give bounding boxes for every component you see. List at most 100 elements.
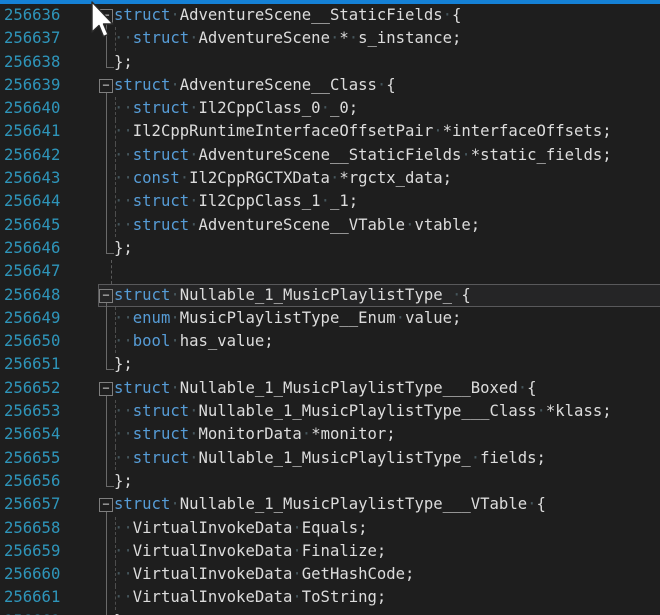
token-identifier: *klass;: [546, 402, 612, 420]
code-text: struct·Nullable_1_MusicPlaylistType___Bo…: [114, 377, 537, 400]
code-line[interactable]: 256662 };: [0, 610, 660, 615]
fold-region-line: [106, 610, 107, 615]
code-line[interactable]: 256656 };: [0, 470, 660, 493]
whitespace-dots: ··: [114, 332, 133, 350]
fold-region-line: [106, 190, 107, 213]
token-identifier: };: [114, 472, 133, 490]
whitespace-dots: ·: [189, 146, 198, 164]
whitespace-dots: ·: [189, 99, 198, 117]
code-line[interactable]: 256657 struct·Nullable_1_MusicPlaylistTy…: [0, 493, 660, 516]
whitespace-dots: ·: [170, 6, 179, 24]
whitespace-dots: ·: [189, 425, 198, 443]
fold-region-line: [106, 470, 107, 487]
code-line[interactable]: 256652 struct·Nullable_1_MusicPlaylistTy…: [0, 377, 660, 400]
token-keyword: struct: [133, 449, 189, 467]
token-identifier: _1;: [330, 192, 358, 210]
code-line[interactable]: 256661 ··VirtualInvokeData·ToString;: [0, 586, 660, 609]
mouse-cursor-icon: [90, 1, 118, 41]
editor-text-area[interactable]: 256636 struct·AdventureScene__StaticFiel…: [0, 4, 660, 615]
line-number: 256651: [4, 353, 60, 376]
whitespace-dots: ·: [349, 29, 358, 47]
whitespace-dots: ·: [170, 76, 179, 94]
code-line[interactable]: 256646 };: [0, 237, 660, 260]
fold-region-line: [106, 237, 107, 254]
code-line[interactable]: 256642 ··struct·AdventureScene__StaticFi…: [0, 144, 660, 167]
token-identifier: Il2CppRuntimeInterfaceOffsetPair: [133, 122, 433, 140]
code-text: ··struct·AdventureScene·*·s_instance;: [114, 27, 461, 50]
line-number: 256640: [4, 97, 60, 120]
fold-region-line: [106, 517, 107, 540]
token-keyword: struct: [133, 29, 189, 47]
code-text: ··struct·Il2CppClass_1·_1;: [114, 190, 358, 213]
whitespace-dots: ·: [170, 332, 179, 350]
code-line[interactable]: 256659 ··VirtualInvokeData·Finalize;: [0, 540, 660, 563]
token-identifier: Il2CppRGCTXData: [189, 169, 330, 187]
token-identifier: MusicPlaylistType__Enum: [180, 309, 396, 327]
code-line[interactable]: 256639 struct·AdventureScene__Class·{ −: [0, 74, 660, 97]
fold-collapse-button[interactable]: −: [99, 289, 113, 303]
whitespace-dots: ··: [114, 216, 133, 234]
whitespace-dots: ··: [114, 192, 133, 210]
whitespace-dots: ·: [189, 216, 198, 234]
line-number: 256638: [4, 51, 60, 74]
fold-region-line: [106, 586, 107, 609]
code-line[interactable]: 256649 ··enum·MusicPlaylistType__Enum·va…: [0, 307, 660, 330]
code-line[interactable]: 256641 ··Il2CppRuntimeInterfaceOffsetPai…: [0, 120, 660, 143]
code-text: struct·AdventureScene__Class·{: [114, 74, 396, 97]
code-line[interactable]: 256644 ··struct·Il2CppClass_1·_1;: [0, 190, 660, 213]
whitespace-dots: ··: [114, 146, 133, 164]
code-line[interactable]: 256651 };: [0, 353, 660, 376]
code-text: ··bool·has_value;: [114, 330, 274, 353]
code-text: };: [114, 237, 133, 260]
fold-collapse-button[interactable]: −: [99, 498, 113, 512]
code-line[interactable]: 256648 struct·Nullable_1_MusicPlaylistTy…: [0, 284, 660, 307]
code-text: ··enum·MusicPlaylistType__Enum·value;: [114, 307, 461, 330]
token-keyword: struct: [114, 6, 170, 24]
line-number: 256645: [4, 214, 60, 237]
fold-collapse-button[interactable]: −: [99, 79, 113, 93]
whitespace-dots: ·: [302, 425, 311, 443]
line-number: 256649: [4, 307, 60, 330]
whitespace-dots: ··: [114, 565, 133, 583]
token-identifier: _0;: [330, 99, 358, 117]
code-line[interactable]: 256654 ··struct·MonitorData·*monitor;: [0, 423, 660, 446]
code-line[interactable]: 256640 ··struct·Il2CppClass_0·_0;: [0, 97, 660, 120]
token-identifier: AdventureScene__VTable: [199, 216, 406, 234]
code-line[interactable]: 256655 ··struct·Nullable_1_MusicPlaylist…: [0, 447, 660, 470]
code-line[interactable]: 256650 ··bool·has_value;: [0, 330, 660, 353]
code-line[interactable]: 256653 ··struct·Nullable_1_MusicPlaylist…: [0, 400, 660, 423]
token-identifier: };: [114, 355, 133, 373]
token-identifier: {: [386, 76, 395, 94]
fold-region-line: [106, 563, 107, 586]
fold-collapse-button[interactable]: −: [99, 382, 113, 396]
token-identifier: };: [114, 53, 133, 71]
line-number: 256653: [4, 400, 60, 423]
token-identifier: *rgctx_data;: [339, 169, 452, 187]
line-number: 256655: [4, 447, 60, 470]
code-line[interactable]: 256643 ··const·Il2CppRGCTXData·*rgctx_da…: [0, 167, 660, 190]
whitespace-dots: ·: [330, 29, 339, 47]
code-text: ··struct·MonitorData·*monitor;: [114, 423, 396, 446]
fold-region-line: [106, 353, 107, 370]
whitespace-dots: ·: [537, 402, 546, 420]
code-line[interactable]: 256658 ··VirtualInvokeData·Equals;: [0, 517, 660, 540]
code-line[interactable]: 256645 ··struct·AdventureScene__VTable·v…: [0, 214, 660, 237]
line-number: 256660: [4, 563, 60, 586]
code-line[interactable]: 256647: [0, 260, 660, 283]
line-number: 256661: [4, 586, 60, 609]
token-keyword: struct: [114, 76, 170, 94]
token-identifier: AdventureScene__StaticFields: [199, 146, 462, 164]
fold-region-line: [106, 447, 107, 470]
whitespace-dots: ·: [527, 495, 536, 513]
code-line[interactable]: 256638 };: [0, 51, 660, 74]
token-keyword: struct: [133, 192, 189, 210]
whitespace-dots: ·: [518, 379, 527, 397]
fold-region-line: [106, 400, 107, 423]
token-identifier: Equals;: [302, 519, 368, 537]
token-keyword: struct: [114, 379, 170, 397]
whitespace-dots: ··: [114, 309, 133, 327]
code-line[interactable]: 256660 ··VirtualInvokeData·GetHashCode;: [0, 563, 660, 586]
line-number: 256647: [4, 260, 60, 283]
code-text: };: [114, 353, 133, 376]
whitespace-dots: ·: [189, 449, 198, 467]
